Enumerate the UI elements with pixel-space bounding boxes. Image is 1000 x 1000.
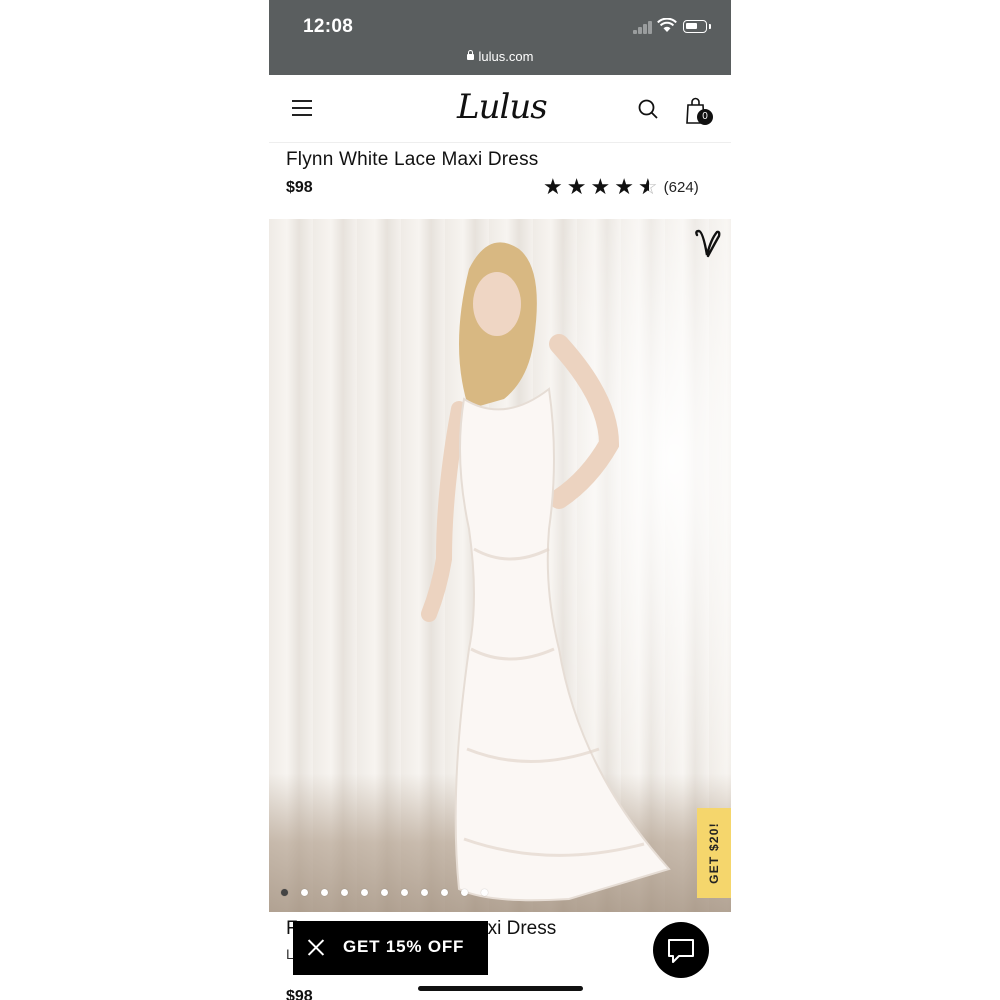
review-count[interactable]: (624) [664,179,699,196]
rating-stars[interactable]: ★ ★ ★ ★ ☆ ★ (624) [543,176,699,198]
carousel-dot[interactable] [301,889,308,896]
get-20-label: GET $20! [707,822,721,884]
promo-banner[interactable]: GET 15% OFF [293,921,488,975]
carousel-dot[interactable] [281,889,288,896]
battery-icon [683,20,711,33]
chat-icon [668,939,694,963]
lulus-logo[interactable]: Lulus [457,87,548,127]
url-text: lulus.com [478,49,534,64]
lock-icon [466,50,474,60]
wifi-icon [657,18,677,32]
cellular-signal-icon [633,20,655,34]
wishlist-heart-icon[interactable] [693,229,721,259]
promo-label[interactable]: GET 15% OFF [343,937,464,957]
get-20-side-tab[interactable]: GET $20! [697,808,731,898]
product-image[interactable]: GET $20! [269,219,731,912]
carousel-dot[interactable] [361,889,368,896]
carousel-dot[interactable] [441,889,448,896]
menu-icon[interactable] [292,100,312,116]
star-icon: ★ [543,174,563,199]
site-header: Lulus 0 [269,75,731,143]
carousel-dot[interactable] [341,889,348,896]
star-icon: ★ [590,174,611,199]
product-price: $98 [286,179,313,196]
clock: 12:08 [303,16,354,37]
status-bar: 12:08 lulus.com [269,0,731,75]
star-icon: ★ [566,174,587,199]
carousel-dot[interactable] [461,889,468,896]
model-in-dress-image [421,242,671,902]
product-title: Flynn White Lace Maxi Dress [286,149,539,170]
product-price-repeat: $98 [286,988,313,1000]
home-indicator[interactable] [418,986,583,991]
carousel-dot[interactable] [321,889,328,896]
carousel-dot[interactable] [401,889,408,896]
carousel-dot[interactable] [481,889,488,896]
half-star-icon: ☆ ★ [637,174,658,199]
carousel-dot[interactable] [381,889,388,896]
close-icon[interactable] [307,938,325,956]
carousel-dot[interactable] [421,889,428,896]
search-icon[interactable] [638,99,658,119]
address-bar[interactable]: lulus.com [269,49,731,64]
chat-button[interactable] [653,922,709,978]
star-icon: ★ [614,174,634,199]
image-carousel-dots[interactable] [281,889,501,896]
phone-screen: 12:08 lulus.com Lulus 0 Flynn White Lace… [269,0,731,1000]
cart-count-badge: 0 [697,109,713,125]
